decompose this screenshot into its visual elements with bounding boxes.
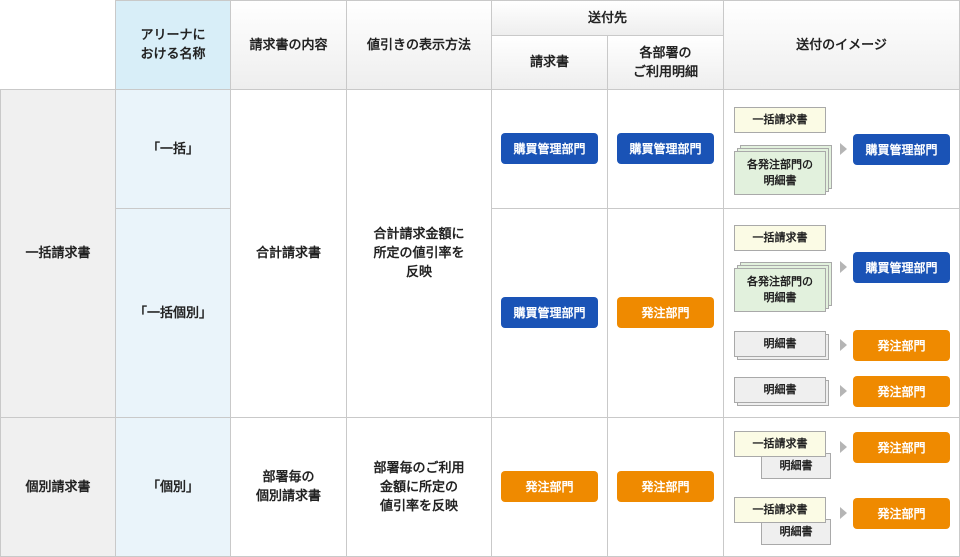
arena-name-ikkatsu-kobetsu: 「一括個別」 — [115, 208, 231, 418]
doc-details: 明細書 — [734, 331, 826, 357]
doc-order-dept-details: 各発注部門の 明細書 — [734, 151, 826, 195]
header-invoice: 請求書 — [491, 35, 608, 90]
doc-bulk-invoice: 一括請求書 — [734, 497, 826, 523]
dept-badge-ordering: 発注部門 — [617, 471, 714, 502]
content-dept-individual: 部署毎の 個別請求書 — [230, 417, 347, 557]
dest-badge-ordering: 発注部門 — [853, 376, 950, 407]
doc-order-dept-details: 各発注部門の 明細書 — [734, 268, 826, 312]
header-send-to: 送付先 — [491, 0, 724, 36]
doc-bulk-invoice: 一括請求書 — [734, 225, 826, 251]
dept-badge-purchasing: 購買管理部門 — [501, 297, 598, 328]
content-total-invoice: 合計請求書 — [230, 89, 347, 418]
arrow-right-icon — [840, 507, 847, 519]
arrow-right-icon — [840, 385, 847, 397]
dept-badge-purchasing: 購買管理部門 — [617, 133, 714, 164]
dest-badge-ordering: 発注部門 — [853, 498, 950, 529]
dest-badge-purchasing: 購買管理部門 — [853, 252, 950, 283]
dest-badge-purchasing: 購買管理部門 — [853, 134, 950, 165]
dept-badge-purchasing: 購買管理部門 — [501, 133, 598, 164]
doc-bulk-invoice: 一括請求書 — [734, 107, 826, 133]
row-label-bulk-invoice: 一括請求書 — [0, 89, 116, 418]
dept-badge-ordering: 発注部門 — [501, 471, 598, 502]
dept-badge-ordering: 発注部門 — [617, 297, 714, 328]
header-send-image: 送付のイメージ — [723, 0, 960, 90]
discount-dept-rate: 部署毎のご利用 金額に所定の 値引率を反映 — [346, 417, 492, 557]
header-arena-name: アリーナに おける名称 — [115, 0, 231, 90]
discount-total-rate: 合計請求金額に 所定の値引率を 反映 — [346, 89, 492, 418]
arrow-right-icon — [840, 339, 847, 351]
header-invoice-content: 請求書の内容 — [230, 0, 347, 90]
arrow-right-icon — [840, 261, 847, 273]
header-discount-display: 値引きの表示方法 — [346, 0, 492, 90]
doc-details: 明細書 — [734, 377, 826, 403]
arrow-right-icon — [840, 143, 847, 155]
arena-name-kobetsu: 「個別」 — [115, 417, 231, 557]
arena-name-ikkatsu: 「一括」 — [115, 89, 231, 209]
doc-bulk-invoice: 一括請求書 — [734, 431, 826, 457]
dest-badge-ordering: 発注部門 — [853, 432, 950, 463]
header-dept-detail: 各部署の ご利用明細 — [607, 35, 724, 90]
arrow-right-icon — [840, 441, 847, 453]
row-label-individual-invoice: 個別請求書 — [0, 417, 116, 557]
dest-badge-ordering: 発注部門 — [853, 330, 950, 361]
